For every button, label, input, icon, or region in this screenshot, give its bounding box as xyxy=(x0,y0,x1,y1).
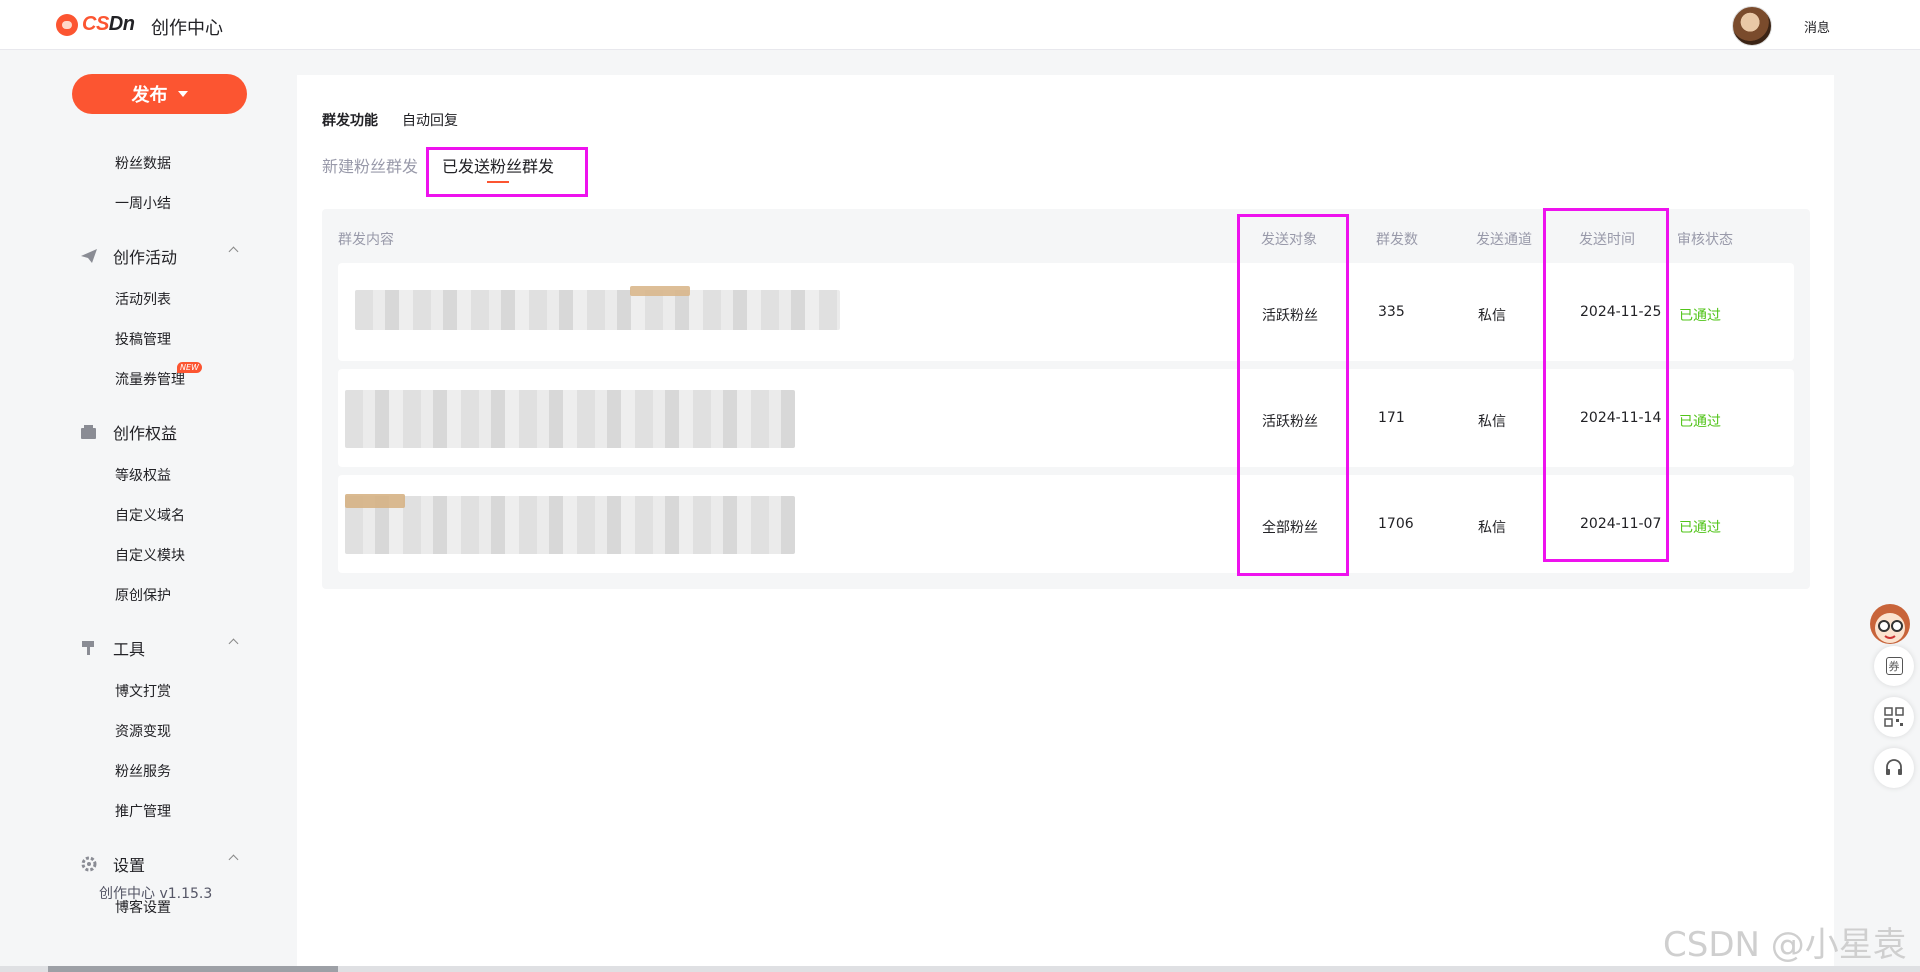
sidebar-item-original-protection[interactable]: 原创保护 xyxy=(115,585,171,605)
coupon-button[interactable]: 券 xyxy=(1874,646,1914,686)
new-badge: NEW xyxy=(177,362,202,373)
highlight-box-time-column xyxy=(1543,208,1669,562)
messages-link[interactable]: 消息 xyxy=(1804,17,1830,36)
blurred-emoji xyxy=(630,286,690,296)
blurred-content xyxy=(345,390,795,448)
qrcode-icon xyxy=(1884,707,1904,727)
hammer-icon xyxy=(82,641,94,655)
headset-icon xyxy=(1886,759,1902,775)
sidebar-item-promotion[interactable]: 推广管理 xyxy=(115,801,171,821)
sidebar-group-benefits[interactable]: 创作权益 xyxy=(80,420,177,444)
page-title: 创作中心 xyxy=(151,18,223,39)
blurred-content xyxy=(355,290,840,330)
sidebar-group-label: 创作活动 xyxy=(113,248,178,267)
logo-text: CSDn xyxy=(82,13,135,35)
mascot-icon[interactable] xyxy=(1866,600,1916,648)
sidebar-group-settings[interactable]: 设置 xyxy=(80,852,239,876)
caret-down-icon xyxy=(177,91,188,97)
publish-button[interactable]: 发布 xyxy=(72,74,247,114)
row-status[interactable]: 已通过 xyxy=(1679,517,1721,537)
row-count: 1706 xyxy=(1378,516,1414,532)
horizontal-scrollbar[interactable] xyxy=(0,966,1920,972)
coupon-icon: 券 xyxy=(1885,657,1903,675)
row-status[interactable]: 已通过 xyxy=(1679,305,1721,325)
sidebar-item-weekly-summary[interactable]: 一周小结 xyxy=(115,193,171,213)
csdn-logo[interactable]: CSDn xyxy=(56,13,135,36)
function-tabs: 群发功能 自动回复 xyxy=(322,110,458,130)
sidebar-item-custom-module[interactable]: 自定义模块 xyxy=(115,545,185,565)
sidebar-item-activity-list[interactable]: 活动列表 xyxy=(115,289,171,309)
column-header-count: 群发数 xyxy=(1376,232,1418,248)
sidebar-item-custom-domain[interactable]: 自定义域名 xyxy=(115,505,185,525)
tab-mass-send[interactable]: 群发功能 xyxy=(322,110,378,130)
sidebar-item-submissions[interactable]: 投稿管理 xyxy=(115,329,171,349)
row-channel: 私信 xyxy=(1478,520,1506,536)
version-label: 创作中心 v1.15.3 xyxy=(99,886,213,902)
row-status[interactable]: 已通过 xyxy=(1679,411,1721,431)
sidebar-group-label: 设置 xyxy=(113,856,146,875)
sidebar-group-label: 工具 xyxy=(113,640,146,659)
sidebar-item-monetization[interactable]: 资源变现 xyxy=(115,721,171,741)
row-channel: 私信 xyxy=(1478,308,1506,324)
paper-plane-icon xyxy=(81,249,97,263)
highlight-box-target-column xyxy=(1237,214,1349,576)
qrcode-button[interactable] xyxy=(1874,697,1914,737)
avatar[interactable] xyxy=(1732,6,1772,46)
sidebar-item-level-benefits[interactable]: 等级权益 xyxy=(115,465,171,485)
sidebar-item-traffic-coupons[interactable]: 流量券管理 xyxy=(115,369,185,389)
sidebar-group-activities[interactable]: 创作活动 xyxy=(80,244,239,268)
customer-service-button[interactable] xyxy=(1874,748,1914,788)
monkey-logo-icon xyxy=(56,13,78,36)
tab-auto-reply[interactable]: 自动回复 xyxy=(402,110,458,130)
publish-label: 发布 xyxy=(131,85,168,106)
column-header-status: 审核状态 xyxy=(1677,232,1733,248)
sidebar-item-fan-service[interactable]: 粉丝服务 xyxy=(115,761,171,781)
blurred-emoji xyxy=(345,494,405,508)
tab-new-mass-send[interactable]: 新建粉丝群发 xyxy=(322,153,418,177)
wallet-icon xyxy=(81,425,96,439)
sidebar-group-label: 创作权益 xyxy=(113,424,178,443)
column-header-channel: 发送通道 xyxy=(1476,232,1532,248)
sidebar-item-fans-data[interactable]: 粉丝数据 xyxy=(115,153,171,173)
top-bar: CSDn 创作中心 消息 xyxy=(0,0,1920,50)
sidebar-item-tipping[interactable]: 博文打赏 xyxy=(115,681,171,701)
gear-icon xyxy=(81,856,97,872)
highlight-box-sent-tab xyxy=(426,147,588,197)
column-header-content: 群发内容 xyxy=(338,232,394,248)
row-count: 171 xyxy=(1378,410,1405,426)
row-channel: 私信 xyxy=(1478,414,1506,430)
blurred-content xyxy=(345,496,795,554)
sidebar-group-tools[interactable]: 工具 xyxy=(80,636,239,660)
row-count: 335 xyxy=(1378,304,1405,320)
watermark: CSDN @小星袁 xyxy=(1663,925,1907,965)
